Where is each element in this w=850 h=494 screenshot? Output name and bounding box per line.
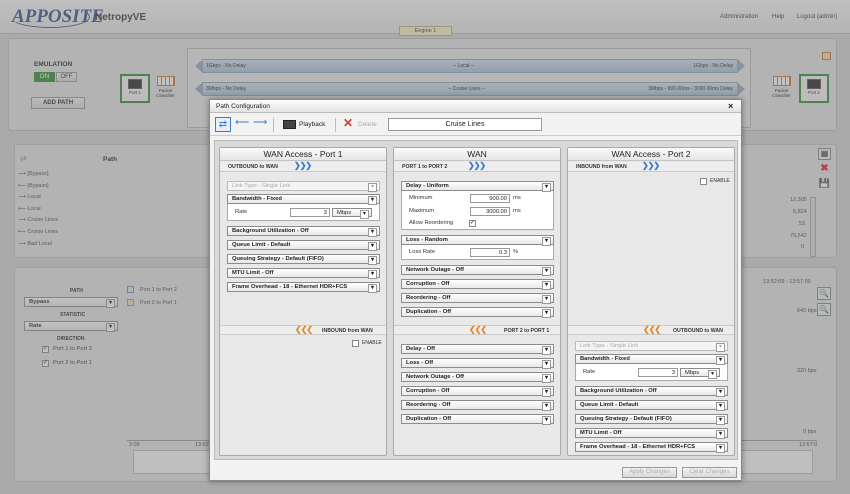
- rate2-label: Rate: [583, 369, 596, 375]
- config-body: WAN Access - Port 1 OUTBOUND to WAN ❯❯❯ …: [214, 140, 738, 460]
- minimum-input[interactable]: 900.00: [470, 194, 510, 203]
- port1-enable-label: ENABLE: [362, 340, 382, 346]
- rate-unit-select[interactable]: Mbps: [332, 208, 372, 219]
- ms-unit: ms: [513, 208, 521, 214]
- wan-dir1-header: PORT 1 to PORT 2 ❯❯❯: [394, 161, 560, 172]
- divider: [335, 118, 336, 132]
- minimum-label: Minimum: [409, 195, 433, 201]
- corruption2-select[interactable]: Corruption - Off: [401, 386, 554, 397]
- wan-dir2-header: ❮❮❮ PORT 2 to PORT 1: [394, 325, 560, 335]
- ms-unit: ms: [513, 195, 521, 201]
- delete-x-icon[interactable]: ✕: [343, 116, 353, 130]
- bg-utilization-select[interactable]: Background Utilization - Off: [227, 226, 380, 237]
- inbound-header: ❮❮❮ INBOUND from WAN: [220, 325, 386, 335]
- dialog-toolbar: ⇄ ⟵ ⟶ Playback ✕ Delete Cruise Lines: [210, 114, 741, 136]
- left-arrow-icon[interactable]: ⟵: [235, 117, 249, 128]
- corruption-select[interactable]: Corruption - Off: [401, 279, 554, 290]
- path-configuration-dialog: Path Configuration × ⇄ ⟵ ⟶ Playback ✕ De…: [209, 99, 742, 481]
- rate-input[interactable]: 3: [290, 208, 330, 217]
- frame-overhead-select[interactable]: Frame Overhead - 18 - Ethernet HDR+FCS: [227, 282, 380, 293]
- queuing-strategy2-select[interactable]: Queuing Strategy - Default (FIFO): [575, 414, 728, 425]
- right-arrow-icon[interactable]: ⟶: [253, 117, 267, 128]
- reordering-select[interactable]: Reordering - Off: [401, 293, 554, 304]
- apply-changes-button[interactable]: Apply Changes: [622, 467, 677, 478]
- dialog-title: Path Configuration: [216, 103, 270, 110]
- bidirectional-icon[interactable]: ⇄: [215, 117, 231, 132]
- loss-select[interactable]: Loss - Random: [401, 235, 554, 246]
- bandwidth2-select[interactable]: Bandwidth - Fixed: [575, 354, 728, 365]
- port1-enable-checkbox[interactable]: [352, 340, 359, 347]
- right-chevrons-icon: ❯❯❯: [294, 161, 312, 170]
- delay-select[interactable]: Delay - Uniform: [401, 181, 554, 192]
- duplication-select[interactable]: Duplication - Off: [401, 307, 554, 318]
- right-chevrons-icon: ❯❯❯: [468, 161, 486, 170]
- delay2-select[interactable]: Delay - Off: [401, 344, 554, 355]
- maximum-label: Maximum: [409, 208, 435, 214]
- percent-unit: %: [513, 249, 519, 255]
- duplication2-select[interactable]: Duplication - Off: [401, 414, 554, 425]
- reordering2-select[interactable]: Reordering - Off: [401, 400, 554, 411]
- network-outage2-select[interactable]: Network Outage - Off: [401, 372, 554, 383]
- network-outage-select[interactable]: Network Outage - Off: [401, 265, 554, 276]
- delete-button[interactable]: Delete: [358, 121, 377, 128]
- left-chevrons-icon: ❮❮❮: [295, 325, 313, 334]
- left-chevrons-icon: ❮❮❮: [469, 325, 487, 334]
- wan-column: WAN PORT 1 to PORT 2 ❯❯❯ Delay - Uniform…: [393, 147, 561, 456]
- queue-limit2-select[interactable]: Queue Limit - Default: [575, 400, 728, 411]
- playback-button[interactable]: Playback: [299, 121, 325, 128]
- bandwidth-select[interactable]: Bandwidth - Fixed: [227, 194, 380, 205]
- path-name-input[interactable]: Cruise Lines: [388, 118, 542, 131]
- port1-title: WAN Access - Port 1: [220, 148, 386, 161]
- link-type2-select[interactable]: Link Type - Single Link: [575, 341, 728, 352]
- port2-enable-label: ENABLE: [710, 178, 730, 184]
- wan-title: WAN: [394, 148, 560, 161]
- loss-rate-input[interactable]: 0.3: [470, 248, 510, 257]
- bandwidth2-panel: Bandwidth - Fixed Rate 3 Mbps: [575, 354, 728, 381]
- left-chevrons-icon: ❮❮❮: [643, 325, 661, 334]
- right-chevrons-icon: ❯❯❯: [642, 161, 660, 170]
- clear-changes-button[interactable]: Clear Changes: [682, 467, 737, 478]
- port2-title: WAN Access - Port 2: [568, 148, 734, 161]
- rate2-unit-select[interactable]: Mbps: [680, 368, 720, 379]
- dialog-titlebar: Path Configuration ×: [210, 100, 741, 113]
- delay-panel: Delay - Uniform Minimum 900.00 ms Maximu…: [401, 181, 554, 230]
- port1-column: WAN Access - Port 1 OUTBOUND to WAN ❯❯❯ …: [219, 147, 387, 456]
- port2-column: WAN Access - Port 2 INBOUND from WAN ❯❯❯…: [567, 147, 735, 456]
- port2-enable-checkbox[interactable]: [700, 178, 707, 185]
- close-icon[interactable]: ×: [728, 101, 733, 111]
- maximum-input[interactable]: 3000.00: [470, 207, 510, 216]
- bandwidth-panel: Bandwidth - Fixed Rate 3 Mbps: [227, 194, 380, 221]
- rate2-input[interactable]: 3: [638, 368, 678, 377]
- playback-icon[interactable]: [283, 120, 296, 129]
- queue-limit-select[interactable]: Queue Limit - Default: [227, 240, 380, 251]
- port2-inbound-header: INBOUND from WAN ❯❯❯: [568, 161, 734, 172]
- frame-overhead2-select[interactable]: Frame Overhead - 18 - Ethernet HDR+FCS: [575, 442, 728, 453]
- divider: [273, 118, 274, 132]
- allow-reordering-label: Allow Reordering: [409, 220, 454, 226]
- loss-panel: Loss - Random Loss Rate 0.3 %: [401, 235, 554, 260]
- rate-label: Rate: [235, 209, 248, 215]
- mtu-limit-select[interactable]: MTU Limit - Off: [227, 268, 380, 279]
- mtu-limit2-select[interactable]: MTU Limit - Off: [575, 428, 728, 439]
- allow-reordering-checkbox[interactable]: ✓: [469, 220, 476, 227]
- loss2-select[interactable]: Loss - Off: [401, 358, 554, 369]
- port2-outbound-header: ❮❮❮ OUTBOUND to WAN: [568, 325, 734, 335]
- link-type-select[interactable]: Link Type - Single Link: [227, 181, 380, 192]
- queuing-strategy-select[interactable]: Queuing Strategy - Default (FIFO): [227, 254, 380, 265]
- bg-utilization2-select[interactable]: Background Utilization - Off: [575, 386, 728, 397]
- outbound-header: OUTBOUND to WAN ❯❯❯: [220, 161, 386, 172]
- loss-rate-label: Loss Rate: [409, 249, 436, 255]
